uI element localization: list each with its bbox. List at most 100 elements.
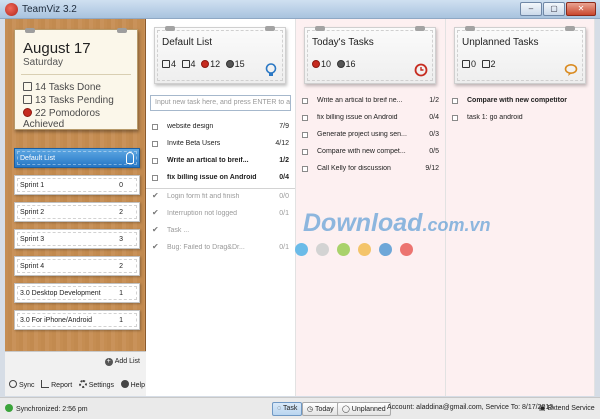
task-checkbox[interactable] <box>302 115 308 121</box>
list-name: Sprint 2 <box>20 209 45 216</box>
task-row[interactable]: fix billing issue on Android 0/4 <box>146 170 295 187</box>
list-item-sprint-1[interactable]: Sprint 1 0 <box>14 175 140 195</box>
color-dot-steelblue[interactable] <box>379 243 392 256</box>
task-title: fix billing issue on Android <box>317 114 398 121</box>
done-count: 4 <box>171 59 177 69</box>
task-checkbox[interactable] <box>152 175 158 181</box>
task-title: Generate project using sen... <box>317 131 407 138</box>
completed-task-row[interactable]: Login form fit and finish 0/0 <box>146 189 295 206</box>
unplanned-tasks-card[interactable]: Unplanned Tasks 0 2 <box>454 26 586 84</box>
sync-label: Sync <box>19 382 35 389</box>
sidebar-toolbar: + Add List Sync Report Settings Help <box>5 351 146 396</box>
completed-task-row[interactable]: Bug: Failed to Drag&Dr... 0/1 <box>146 240 295 257</box>
task-title: Write an artical to breif... <box>167 157 249 164</box>
task-row[interactable]: Invite Beta Users 4/12 <box>146 136 295 153</box>
checkmark-icon[interactable] <box>152 242 158 248</box>
sync-status-label: Synchronized: 2:56 pm <box>16 406 88 413</box>
help-button[interactable]: Help <box>120 380 145 389</box>
add-list-button[interactable]: + Add List <box>104 358 140 366</box>
unplanned-tasks-column: Unplanned Tasks 0 2 Compare with new com… <box>446 19 595 396</box>
task-row[interactable]: Compare with new compet... 0/5 <box>296 144 445 161</box>
task-count: 0/4 <box>279 174 289 181</box>
settings-button[interactable]: Settings <box>78 380 114 389</box>
color-dot-green[interactable] <box>337 243 350 256</box>
color-dot-blue[interactable] <box>295 243 308 256</box>
task-checkbox[interactable] <box>302 132 308 138</box>
checkmark-icon[interactable] <box>152 191 158 197</box>
title-bar: TeamViz 3.2 – ▢ ✕ <box>0 0 600 19</box>
color-dot-orange[interactable] <box>358 243 371 256</box>
lightbulb-icon <box>265 63 277 76</box>
column-header: Today's Tasks 10 16 <box>296 19 445 92</box>
task-row[interactable]: Generate project using sen... 0/3 <box>296 127 445 144</box>
minimize-button[interactable]: – <box>520 2 542 16</box>
extend-service-button[interactable]: ▣ Extend Service <box>539 404 595 412</box>
task-row[interactable]: Call Kelly for discussion 9/12 <box>296 161 445 178</box>
checkmark-icon[interactable] <box>152 225 158 231</box>
sync-status: Synchronized: 2:56 pm <box>5 404 88 413</box>
task-checkbox[interactable] <box>302 98 308 104</box>
column-header: Default List 4 4 12 15 <box>146 19 295 92</box>
clock-icon <box>414 63 428 77</box>
checked-box-icon <box>23 82 32 91</box>
completed-task-row[interactable]: Task ... <box>146 223 295 240</box>
default-list-card[interactable]: Default List 4 4 12 15 <box>154 26 286 84</box>
task-checkbox[interactable] <box>452 115 458 121</box>
todays-tasks-card[interactable]: Today's Tasks 10 16 <box>304 26 436 84</box>
task-row[interactable]: Write an artical to breif... 1/2 <box>146 153 295 170</box>
list-item-sprint-2[interactable]: Sprint 2 2 <box>14 202 140 222</box>
list-item-desktop-dev[interactable]: 3.0 Desktop Development 1 <box>14 283 140 303</box>
task-view-label: Task <box>282 405 298 412</box>
task-checkbox[interactable] <box>152 141 158 147</box>
task-view-button[interactable]: ◌ Task <box>272 402 303 416</box>
task-count: 1/2 <box>429 97 439 104</box>
task-checkbox[interactable] <box>302 149 308 155</box>
task-title: Login form fit and finish <box>167 193 240 200</box>
help-icon <box>120 380 129 388</box>
task-row[interactable]: Compare with new competitor <box>446 93 594 110</box>
list-item-iphone-android[interactable]: 3.0 For iPhone/Android 1 <box>14 310 140 330</box>
task-row[interactable]: task 1: go android <box>446 110 594 127</box>
today-view-button[interactable]: ◷ Today <box>302 402 339 416</box>
current-date: August 17 <box>23 40 91 57</box>
checkmark-icon[interactable] <box>152 208 158 214</box>
task-checkbox[interactable] <box>152 124 158 130</box>
pin-icon <box>565 26 575 31</box>
lightbulb-icon <box>126 152 134 164</box>
completed-task-row[interactable]: Interruption not logged 0/1 <box>146 206 295 223</box>
empty-box-icon <box>23 95 32 104</box>
list-item-sprint-4[interactable]: Sprint 4 2 <box>14 256 140 276</box>
task-checkbox[interactable] <box>302 166 308 172</box>
column-title: Unplanned Tasks <box>462 37 539 48</box>
list-name: Default List <box>20 155 56 162</box>
report-button[interactable]: Report <box>41 380 72 389</box>
task-row[interactable]: fix billing issue on Android 0/4 <box>296 110 445 127</box>
stat-label: 14 Tasks Done <box>35 82 101 93</box>
task-title: Write an artical to breif ne... <box>317 97 403 104</box>
unplanned-view-label: Unplanned <box>351 406 386 413</box>
list-name: 3.0 For iPhone/Android <box>20 317 92 324</box>
list-item-sprint-3[interactable]: Sprint 3 3 <box>14 229 140 249</box>
task-checkbox[interactable] <box>452 98 458 104</box>
list-item-default[interactable]: Default List <box>14 148 140 168</box>
maximize-button[interactable]: ▢ <box>543 2 565 16</box>
task-checkbox[interactable] <box>152 158 158 164</box>
account-info: Account: aladdina@gmail.com, Service To:… <box>387 404 554 411</box>
list-count: 1 <box>119 317 123 324</box>
task-row[interactable]: website design 7/9 <box>146 119 295 136</box>
sync-button[interactable]: Sync <box>9 380 35 389</box>
speech-bubble-icon: ◯ <box>342 406 352 413</box>
unplanned-view-button[interactable]: ◯ Unplanned <box>337 402 391 416</box>
color-dot-red[interactable] <box>400 243 413 256</box>
close-button[interactable]: ✕ <box>566 2 596 16</box>
help-label: Help <box>130 382 145 389</box>
color-dot-gray[interactable] <box>316 243 329 256</box>
stat-tasks-pending: 13 Tasks Pending <box>23 95 114 106</box>
task-title: website design <box>167 123 214 130</box>
new-task-input[interactable]: Input new task here, and press ENTER to … <box>150 95 291 111</box>
task-title: fix billing issue on Android <box>167 174 257 181</box>
done-count: 0 <box>471 59 477 69</box>
tomato-icon <box>201 60 210 68</box>
list-name: 3.0 Desktop Development <box>20 290 101 297</box>
task-row[interactable]: Write an artical to breif ne... 1/2 <box>296 93 445 110</box>
